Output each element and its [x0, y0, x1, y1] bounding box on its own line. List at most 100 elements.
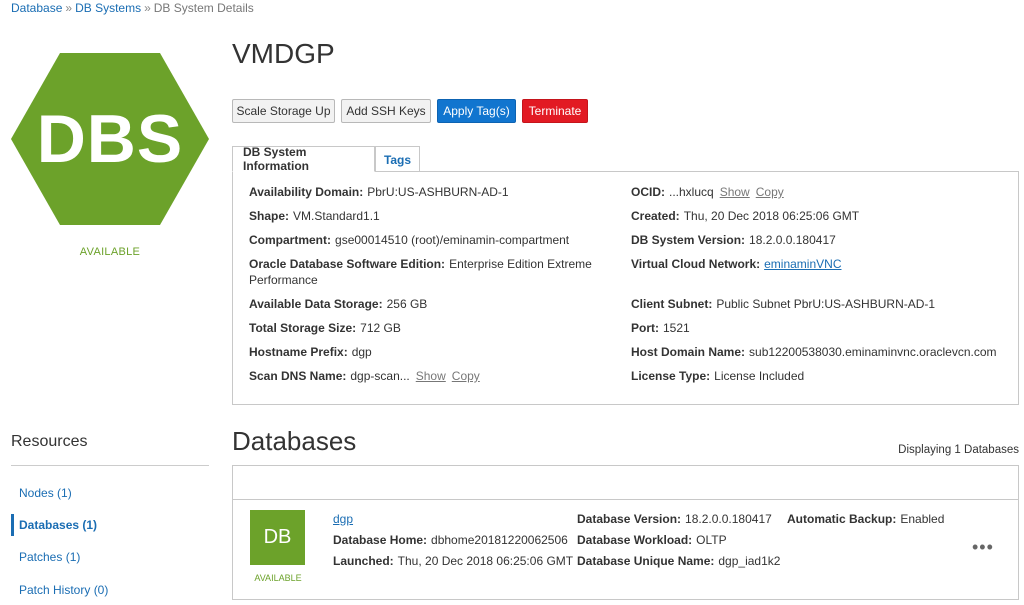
scan-dns-name-label: Scan DNS Name:: [249, 369, 347, 383]
host-domain-name-label: Host Domain Name:: [631, 345, 746, 359]
software-edition-continued: Performance: [249, 273, 318, 287]
availability-domain-label: Availability Domain:: [249, 185, 364, 199]
resource-item-databases[interactable]: Databases (1): [11, 514, 209, 536]
software-edition-value: Enterprise Edition Extreme: [449, 257, 592, 271]
database-workload-label: Database Workload:: [577, 533, 693, 547]
breadcrumb-separator: »: [65, 1, 73, 15]
status-badge: AVAILABLE: [79, 246, 141, 258]
hostname-prefix: Hostname Prefix: dgp: [249, 344, 372, 360]
virtual-cloud-network: Virtual Cloud Network: eminaminVNC: [631, 256, 841, 272]
database-unique-name-value: dgp_iad1k2: [718, 554, 781, 568]
database-icon: DB: [250, 510, 305, 565]
database-version: Database Version: 18.2.0.0.180417: [577, 512, 772, 526]
database-launched-label: Launched:: [333, 554, 394, 568]
virtual-cloud-network-link[interactable]: eminaminVNC: [764, 257, 841, 271]
shape: Shape: VM.Standard1.1: [249, 208, 380, 224]
tab-tags[interactable]: Tags: [375, 146, 420, 172]
hostname-prefix-label: Hostname Prefix:: [249, 345, 348, 359]
breadcrumb: Database» DB Systems» DB System Details: [11, 1, 254, 15]
database-status-badge: AVAILABLE: [254, 573, 302, 583]
more-options-icon[interactable]: •••: [972, 537, 994, 558]
available-data-storage-value: 256 GB: [386, 297, 428, 311]
apply-tags-button[interactable]: Apply Tag(s): [437, 99, 516, 123]
db-system-version-label: DB System Version:: [631, 233, 746, 247]
automatic-backup: Automatic Backup: Enabled: [787, 512, 944, 526]
database-workload: Database Workload: OLTP: [577, 533, 727, 547]
database-workload-value: OLTP: [696, 533, 727, 547]
add-ssh-keys-button[interactable]: Add SSH Keys: [341, 99, 431, 123]
database-home-label: Database Home:: [333, 533, 428, 547]
created-label: Created:: [631, 209, 680, 223]
hostname-prefix-value: dgp: [351, 345, 372, 359]
total-storage-size-label: Total Storage Size:: [249, 321, 357, 335]
databases-table-header: [233, 466, 1018, 500]
database-home: Database Home: dbhome20181220062506: [333, 533, 568, 547]
databases-heading: Databases: [232, 426, 357, 456]
db-system-version-value: 18.2.0.0.180417: [749, 233, 836, 247]
hexagon-icon: DBS: [11, 53, 209, 225]
tab-db-system-information[interactable]: DB System Information: [232, 145, 375, 173]
database-unique-name: Database Unique Name: dgp_iad1k2: [577, 554, 780, 568]
terminate-button[interactable]: Terminate: [522, 99, 588, 123]
license-type-label: License Type:: [631, 369, 711, 383]
ocid-show-link[interactable]: Show: [720, 185, 750, 199]
license-type: License Type: License Included: [631, 368, 804, 384]
port-value: 1521: [663, 321, 690, 335]
availability-domain: Availability Domain: PbrU:US-ASHBURN-AD-1: [249, 184, 509, 200]
databases-count: Displaying 1 Databases: [898, 444, 1019, 456]
virtual-cloud-network-label: Virtual Cloud Network:: [631, 257, 761, 271]
ocid-copy-link[interactable]: Copy: [756, 185, 784, 199]
database-launched-value: Thu, 20 Dec 2018 06:25:06 GMT: [397, 554, 574, 568]
software-edition: Oracle Database Software Edition: Enterpr…: [249, 256, 592, 272]
scale-storage-button[interactable]: Scale Storage Up: [232, 99, 335, 123]
resource-item-patch-history[interactable]: Patch History (0): [11, 579, 209, 601]
compartment-label: Compartment:: [249, 233, 332, 247]
database-name-link[interactable]: dgp: [333, 512, 353, 526]
available-data-storage-label: Available Data Storage:: [249, 297, 383, 311]
breadcrumb-current: DB System Details: [153, 1, 254, 15]
breadcrumb-database[interactable]: Database: [11, 1, 62, 15]
software-edition-label: Oracle Database Software Edition:: [249, 257, 446, 271]
scan-dns-copy-link[interactable]: Copy: [452, 369, 480, 383]
database-home-value: dbhome20181220062506: [431, 533, 568, 547]
available-data-storage: Available Data Storage: 256 GB: [249, 296, 427, 312]
total-storage-size-value: 712 GB: [360, 321, 401, 335]
shape-value: VM.Standard1.1: [293, 209, 380, 223]
db-system-info-panel: Availability Domain: PbrU:US-ASHBURN-AD-1…: [232, 171, 1019, 405]
availability-domain-value: PbrU:US-ASHBURN-AD-1: [367, 185, 509, 199]
port: Port: 1521: [631, 320, 690, 336]
database-unique-name-label: Database Unique Name:: [577, 554, 715, 568]
scan-dns-name: Scan DNS Name: dgp-scan... Show Copy: [249, 368, 480, 384]
automatic-backup-label: Automatic Backup:: [787, 512, 897, 526]
resources-title: Resources: [11, 433, 88, 450]
client-subnet-value: Public Subnet PbrU:US-ASHBURN-AD-1: [716, 297, 936, 311]
scan-dns-name-value: dgp-scan...: [350, 369, 410, 383]
database-version-value: 18.2.0.0.180417: [685, 512, 772, 526]
ocid-label: OCID:: [631, 185, 665, 199]
host-domain-name: Host Domain Name: sub12200538030.eminamin…: [631, 344, 997, 360]
db-system-version: DB System Version: 18.2.0.0.180417: [631, 232, 836, 248]
resource-item-patches[interactable]: Patches (1): [11, 546, 209, 568]
total-storage-size: Total Storage Size: 712 GB: [249, 320, 401, 336]
compartment: Compartment: gse00014510 (root)/eminamin-…: [249, 232, 569, 248]
ocid: OCID: ...hxlucq Show Copy: [631, 184, 784, 200]
breadcrumb-separator: »: [144, 1, 151, 15]
created: Created: Thu, 20 Dec 2018 06:25:06 GMT: [631, 208, 859, 224]
shape-label: Shape:: [249, 209, 290, 223]
client-subnet-label: Client Subnet:: [631, 297, 713, 311]
created-value: Thu, 20 Dec 2018 06:25:06 GMT: [683, 209, 860, 223]
client-subnet: Client Subnet: Public Subnet PbrU:US-ASHB…: [631, 296, 935, 312]
page-title: VMDGP: [232, 38, 335, 69]
database-launched: Launched: Thu, 20 Dec 2018 06:25:06 GMT: [333, 554, 573, 568]
resource-item-nodes[interactable]: Nodes (1): [11, 482, 209, 504]
breadcrumb-db-systems[interactable]: DB Systems: [75, 1, 141, 15]
license-type-value: License Included: [714, 369, 805, 383]
automatic-backup-value: Enabled: [900, 512, 945, 526]
scan-dns-show-link[interactable]: Show: [416, 369, 446, 383]
db-system-logo-text: DBS: [36, 101, 184, 177]
database-version-label: Database Version:: [577, 512, 682, 526]
ocid-value: ...hxlucq: [669, 185, 714, 199]
resources-divider: [11, 465, 209, 466]
compartment-value: gse00014510 (root)/eminamin-compartment: [335, 233, 570, 247]
host-domain-name-value: sub12200538030.eminaminvnc.oraclevcn.com: [749, 345, 997, 359]
